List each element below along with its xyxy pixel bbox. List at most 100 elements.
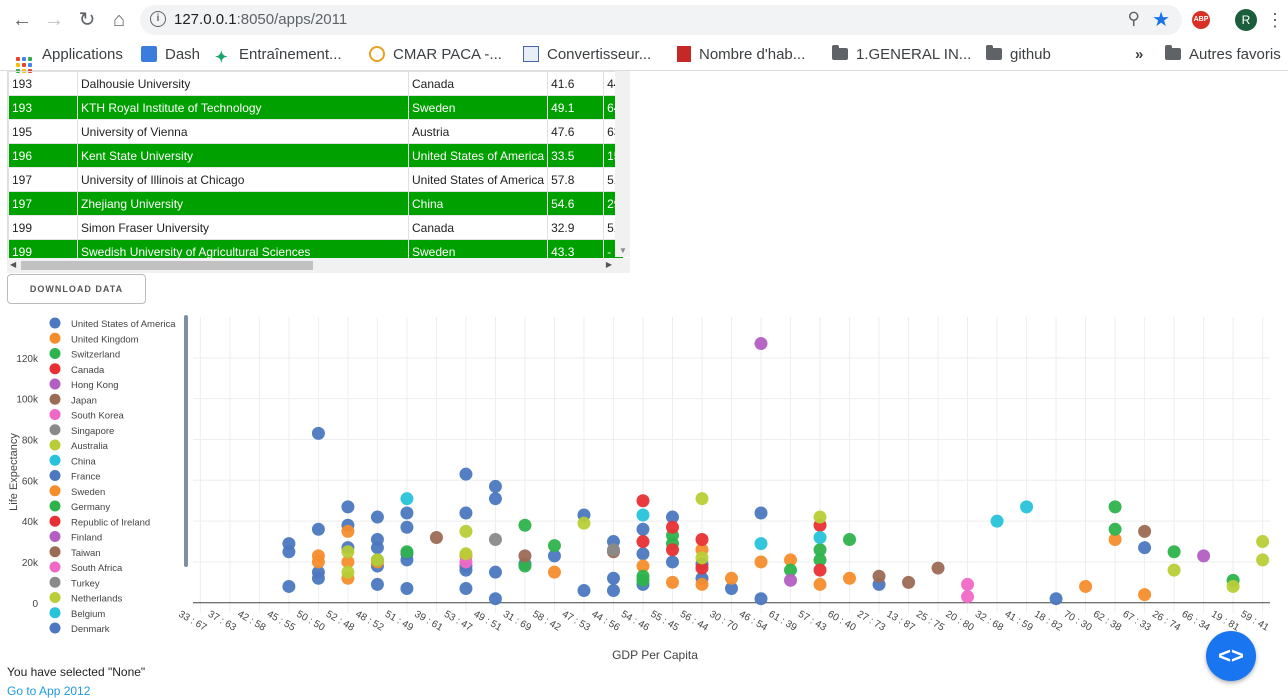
scatter-point[interactable] <box>665 575 679 589</box>
scatter-point[interactable] <box>311 555 325 569</box>
table-cell-name[interactable]: University of Illinois at Chicago <box>77 167 409 192</box>
legend-label[interactable]: Finland <box>71 533 102 544</box>
legend-label[interactable]: Netherlands <box>71 594 122 605</box>
legend-label[interactable]: South Africa <box>71 563 123 574</box>
scatter-point[interactable] <box>311 426 325 440</box>
scatter-point[interactable] <box>725 571 738 585</box>
scatter-point[interactable] <box>1256 553 1270 567</box>
scatter-point[interactable] <box>282 545 296 559</box>
scatter-point[interactable] <box>606 584 620 598</box>
scatter-point[interactable] <box>843 571 857 585</box>
bookmark-cmar[interactable]: CMAR PACA -... <box>369 44 502 66</box>
scatter-point[interactable] <box>459 582 473 596</box>
table-row[interactable]: 193 Dalhousie University Canada 41.6 44 <box>8 71 625 96</box>
table-cell-name[interactable]: University of Vienna <box>77 119 409 144</box>
table-cell-score[interactable]: 49.1 <box>547 95 605 120</box>
bookmark-general[interactable]: 1.GENERAL IN... <box>832 44 971 66</box>
table-cell-country[interactable]: Canada <box>407 215 549 240</box>
scatter-point[interactable] <box>400 492 414 506</box>
scatter-point[interactable] <box>961 590 975 604</box>
scatter-chart[interactable]: 0 20k 40k 60k 80k 100k 120k 33 : 6737 : 6342 : … <box>0 309 1288 669</box>
scatter-point[interactable] <box>754 555 768 569</box>
zoom-icon[interactable]: ⚲ <box>1128 9 1140 29</box>
scatter-point[interactable] <box>636 547 650 561</box>
scatter-point[interactable] <box>459 506 473 520</box>
legend-label[interactable]: Taiwan <box>71 548 101 559</box>
bookmark-applications[interactable]: Applications <box>16 44 123 73</box>
table-cell-rank[interactable]: 193 <box>8 71 78 96</box>
scatter-point[interactable] <box>1138 588 1152 602</box>
legend-label[interactable]: France <box>71 472 101 483</box>
data-table[interactable]: 193 Dalhousie University Canada 41.6 44 193 KT… <box>7 71 631 273</box>
address-bar[interactable]: i 127.0.0.1:8050/apps/2011 ⚲ ★ <box>140 5 1182 35</box>
scatter-point[interactable] <box>843 533 857 547</box>
table-row[interactable]: 197 University of Illinois at Chicago Unit… <box>8 167 625 192</box>
scatter-point[interactable] <box>695 492 709 506</box>
table-cell-score[interactable]: 54.6 <box>547 191 605 216</box>
table-cell-country[interactable]: Sweden <box>407 95 549 120</box>
scatter-point[interactable] <box>547 565 561 579</box>
scatter-point[interactable] <box>872 569 886 583</box>
scatter-point[interactable] <box>606 543 620 557</box>
table-cell-name[interactable]: KTH Royal Institute of Technology <box>77 95 409 120</box>
table-row[interactable]: 196 Kent State University United States of… <box>8 143 625 168</box>
scatter-point[interactable] <box>1197 549 1211 563</box>
scatter-point[interactable] <box>813 563 827 577</box>
table-cell-name[interactable]: Simon Fraser University <box>77 215 409 240</box>
scatter-point[interactable] <box>488 479 502 493</box>
legend-label[interactable]: Japan <box>71 395 97 406</box>
scatter-point[interactable] <box>370 577 384 591</box>
table-cell-name[interactable]: Dalhousie University <box>77 71 409 96</box>
scatter-point[interactable] <box>931 561 945 575</box>
table-cell-country[interactable]: Canada <box>407 71 549 96</box>
scroll-right-arrow-icon[interactable]: ▶ <box>606 260 612 269</box>
scatter-point[interactable] <box>813 530 827 544</box>
table-cell-rank[interactable]: 197 <box>8 191 78 216</box>
scatter-point[interactable] <box>1226 579 1240 593</box>
bookmark-training[interactable]: ✦ Entraînement... <box>215 44 342 66</box>
url-text[interactable]: 127.0.0.1:8050/apps/2011 <box>174 11 347 28</box>
bookmark-github[interactable]: github <box>986 44 1051 66</box>
legend-label[interactable]: Denmark <box>71 624 110 635</box>
legend-label[interactable]: China <box>71 456 97 467</box>
table-cell-name[interactable]: Kent State University <box>77 143 409 168</box>
legend-label[interactable]: Belgium <box>71 609 105 620</box>
table-cell-score[interactable]: 33.5 <box>547 143 605 168</box>
bookmark-dash[interactable]: Dash <box>141 44 200 66</box>
download-data-button[interactable]: DOWNLOAD DATA <box>7 274 146 304</box>
scatter-point[interactable] <box>488 565 502 579</box>
table-cell-country[interactable]: United States of America <box>407 143 549 168</box>
table-cell-rank[interactable]: 199 <box>8 215 78 240</box>
scatter-point[interactable] <box>636 573 650 587</box>
scatter-point[interactable] <box>1256 535 1270 549</box>
adblock-icon[interactable]: ABP <box>1192 11 1210 29</box>
scatter-point[interactable] <box>665 520 679 534</box>
scatter-point[interactable] <box>370 510 384 524</box>
scatter-point[interactable] <box>1138 524 1152 538</box>
scatter-point[interactable] <box>341 524 355 538</box>
scatter-point[interactable] <box>518 549 532 563</box>
scatter-point[interactable] <box>754 337 768 351</box>
scatter-point[interactable] <box>370 553 384 567</box>
scatter-point[interactable] <box>1167 545 1181 559</box>
scatter-point[interactable] <box>754 506 768 520</box>
home-icon[interactable]: ⌂ <box>107 8 131 32</box>
legend-label[interactable]: South Korea <box>71 411 125 422</box>
code-toggle-button[interactable]: <> <box>1206 631 1256 681</box>
scatter-point[interactable] <box>784 573 798 587</box>
scatter-point[interactable] <box>488 533 502 547</box>
scatter-point[interactable] <box>341 500 355 514</box>
scatter-point[interactable] <box>813 510 827 524</box>
scatter-point[interactable] <box>606 571 620 585</box>
table-row[interactable]: 195 University of Vienna Austria 47.6 63 <box>8 119 625 144</box>
scatter-point[interactable] <box>282 579 296 593</box>
scatter-point[interactable] <box>400 582 414 596</box>
table-cell-country[interactable]: China <box>407 191 549 216</box>
legend-label[interactable]: Canada <box>71 365 105 376</box>
scatter-point[interactable] <box>400 520 414 534</box>
menu-kebab-icon[interactable]: ⋮ <box>1266 8 1284 32</box>
scatter-point[interactable] <box>665 555 679 569</box>
table-horizontal-scrollbar[interactable]: ◀ ▶ <box>7 258 630 273</box>
scatter-point[interactable] <box>1020 500 1034 514</box>
bookmark-population[interactable]: Nombre d'hab... <box>677 44 805 66</box>
